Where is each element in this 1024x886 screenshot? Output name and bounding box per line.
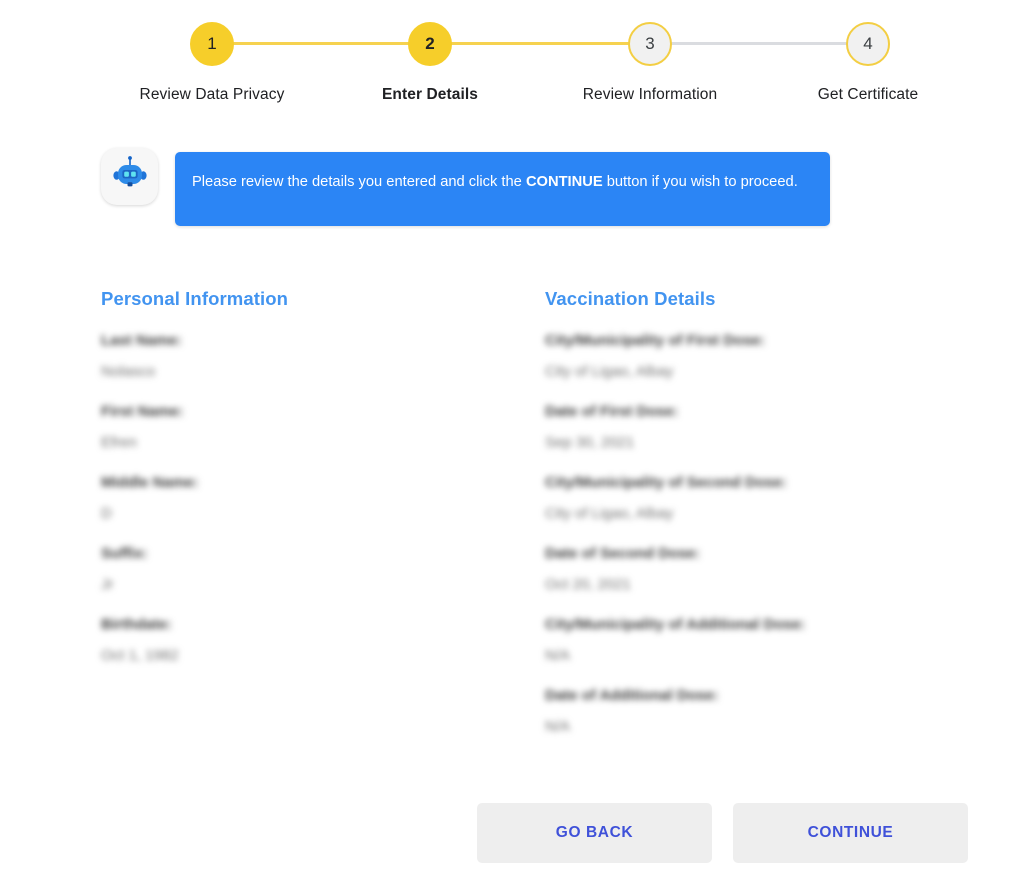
field-value-last-name: Nolasco: [101, 363, 156, 380]
field-label-date-first-dose: Date of First Dose:: [545, 403, 679, 420]
personal-information-section: Personal Information Last Name: Nolasco …: [101, 288, 521, 687]
stepper-step-1[interactable]: 1 Review Data Privacy: [132, 22, 292, 104]
stepper-step-2-label: Enter Details: [381, 86, 479, 103]
stepper-connector-2-3: [430, 42, 650, 45]
form-actions: GO BACK CONTINUE: [0, 803, 1024, 865]
field-value-first-name: Efren: [101, 434, 137, 451]
field-value-suffix: Jr: [101, 576, 114, 593]
field-label-date-additional-dose: Date of Additional Dose:: [545, 687, 719, 704]
field-value-city-additional-dose: N/A: [545, 647, 571, 664]
stepper-step-4-label: Get Certificate: [817, 86, 919, 103]
field-label-middle-name: Middle Name:: [101, 474, 199, 491]
field-value-middle-name: D: [101, 505, 112, 522]
vaccination-details-section: Vaccination Details City/Municipality of…: [545, 288, 975, 758]
assistant-message-bubble: Please review the details you entered an…: [175, 152, 830, 226]
stepper-step-4[interactable]: 4 Get Certificate: [788, 22, 948, 104]
field-label-date-second-dose: Date of Second Dose:: [545, 545, 701, 562]
continue-button[interactable]: CONTINUE: [733, 803, 968, 863]
field-value-city-first-dose: City of Ligao, Albay: [545, 363, 674, 380]
stepper-step-3-number: 3: [628, 22, 672, 66]
field-label-suffix: Suffix:: [101, 545, 148, 562]
stepper-step-2-number: 2: [408, 22, 452, 66]
field-label-city-additional-dose: City/Municipality of Additional Dose:: [545, 616, 806, 633]
assistant-message-emphasis: CONTINUE: [525, 174, 603, 190]
stepper-step-1-number: 1: [190, 22, 234, 66]
stepper-step-4-number: 4: [846, 22, 890, 66]
personal-information-title: Personal Information: [101, 288, 289, 309]
assistant-message-prefix: Please review the details you entered an…: [192, 174, 526, 190]
field-label-first-name: First Name:: [101, 403, 184, 420]
field-label-birthdate: Birthdate:: [101, 616, 172, 633]
stepper-step-2[interactable]: 2 Enter Details: [350, 22, 510, 104]
field-value-date-additional-dose: N/A: [545, 718, 571, 735]
assistant-message-suffix: button if you wish to proceed.: [602, 174, 798, 190]
robot-icon: [110, 154, 150, 199]
stepper-step-3[interactable]: 3 Review Information: [570, 22, 730, 104]
stepper-step-1-label: Review Data Privacy: [139, 86, 285, 103]
field-value-date-second-dose: Oct 20, 2021: [545, 576, 631, 593]
stepper-connector-3-4: [650, 42, 868, 45]
field-value-birthdate: Oct 1, 1982: [101, 647, 179, 664]
assistant-avatar: [101, 148, 158, 205]
stepper-step-3-label: Review Information: [582, 86, 718, 103]
field-label-last-name: Last Name:: [101, 332, 182, 349]
field-value-date-first-dose: Sep 30, 2021: [545, 434, 635, 451]
vaccination-details-title: Vaccination Details: [545, 288, 716, 309]
go-back-button[interactable]: GO BACK: [477, 803, 712, 863]
field-label-city-first-dose: City/Municipality of First Dose:: [545, 332, 766, 349]
field-label-city-second-dose: City/Municipality of Second Dose:: [545, 474, 787, 491]
stepper-connector-1-2: [212, 42, 430, 45]
field-value-city-second-dose: City of Ligao, Albay: [545, 505, 674, 522]
progress-stepper: 1 Review Data Privacy 2 Enter Details 3 …: [0, 0, 1024, 112]
